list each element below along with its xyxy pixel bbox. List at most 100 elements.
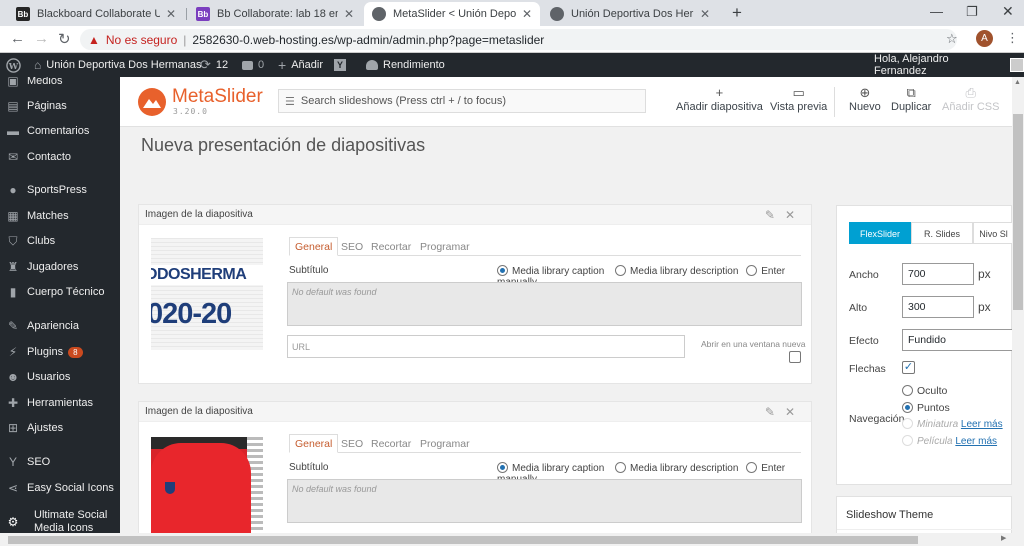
bookmark-star-icon[interactable]: ☆ [946, 31, 958, 47]
learn-more-link[interactable]: Leer más [961, 419, 1003, 430]
scroll-right-icon[interactable]: ▶ [1001, 534, 1006, 542]
close-tab-icon[interactable]: ✕ [166, 7, 176, 21]
browser-tab[interactable]: Unión Deportiva Dos Hermanas ✕ [542, 2, 718, 26]
sidebar-item-appearance[interactable]: ✎ Apariencia [0, 315, 120, 337]
wordpress-logo-icon[interactable]: W [6, 53, 21, 77]
updates-link[interactable]: ⟳ 12 [200, 53, 228, 77]
edit-icon[interactable]: ✎ [765, 208, 785, 222]
user-avatar [1010, 58, 1024, 72]
edit-icon[interactable]: ✎ [765, 405, 785, 419]
radio-media-caption[interactable]: Media library caption [497, 462, 604, 474]
tab-nivo-slider[interactable]: Nivo Sl [973, 222, 1012, 244]
tab-general[interactable]: General [289, 237, 339, 256]
performance-link[interactable]: Rendimiento [366, 53, 445, 77]
caption-textarea[interactable]: No default was found [287, 479, 802, 523]
sidebar-item-pages[interactable]: ▤ Páginas [0, 95, 120, 117]
tab-schedule[interactable]: Programar [420, 438, 470, 450]
sidebar-item-seo[interactable]: Y SEO [0, 451, 120, 473]
close-tab-icon[interactable]: ✕ [344, 7, 354, 21]
tab-seo[interactable]: SEO [341, 241, 363, 253]
sidebar-item-matches[interactable]: ▦ Matches [0, 205, 120, 227]
close-tab-icon[interactable]: ✕ [522, 7, 532, 21]
nav-option-filmstrip[interactable]: Película Leer más [902, 435, 997, 447]
sidebar-item-staff[interactable]: ▮ Cuerpo Técnico [0, 281, 120, 303]
effect-select[interactable]: Fundido [902, 329, 1012, 351]
minimize-icon[interactable]: — [930, 4, 943, 19]
radio-media-description[interactable]: Media library description [615, 462, 738, 474]
height-input[interactable]: 300 [902, 296, 974, 318]
slide-thumbnail[interactable]: ODOSHERMA 020-20 [151, 238, 263, 350]
slide-card-header: Imagen de la diapositiva ✎✕ [139, 402, 811, 422]
tab-schedule[interactable]: Programar [420, 241, 470, 253]
my-account-link[interactable]: Hola, Alejandro Fernandez [874, 53, 1024, 77]
tab-general[interactable]: General [289, 434, 339, 453]
restore-icon[interactable]: ❐ [966, 4, 978, 20]
duplicate-button[interactable]: ⧉ Duplicar [891, 85, 931, 113]
tab-crop[interactable]: Recortar [371, 438, 411, 450]
preview-button[interactable]: ▭ Vista previa [770, 85, 827, 113]
delete-icon[interactable]: ✕ [785, 405, 805, 419]
close-tab-icon[interactable]: ✕ [700, 7, 710, 21]
nav-option-hidden[interactable]: Oculto [902, 385, 947, 397]
radio-media-description[interactable]: Media library description [615, 265, 738, 277]
browser-tab[interactable]: Bb Bb Collaborate: lab 18 enero - re ✕ [188, 2, 362, 26]
sidebar-item-sportspress[interactable]: ● SportsPress [0, 179, 120, 201]
radio-media-caption[interactable]: Media library caption [497, 265, 604, 277]
subtitle-label: Subtítulo [289, 265, 329, 276]
learn-more-link[interactable]: Leer más [955, 436, 997, 447]
add-slide-button[interactable]: + Añadir diapositiva [676, 85, 763, 113]
wp-admin-sidebar: ▣ Medios ▤ Páginas ▬ Comentarios ✉ Contacto … [0, 77, 120, 546]
sidebar-item-clubs[interactable]: ⛉ Clubs [0, 230, 120, 252]
slideshow-search-input[interactable]: ☰ Search slideshows (Press ctrl + / to f… [278, 89, 646, 113]
tab-flexslider[interactable]: FlexSlider [849, 222, 911, 244]
new-content-link[interactable]: + Añadir [278, 53, 323, 77]
caption-textarea[interactable]: No default was found [287, 282, 802, 326]
new-window-checkbox[interactable] [789, 351, 801, 363]
nav-option-dots[interactable]: Puntos [902, 402, 950, 414]
horizontal-scroll-thumb[interactable] [8, 536, 918, 544]
sidebar-item-settings[interactable]: ⊞ Ajustes [0, 417, 120, 439]
url-omnibox[interactable]: ▲ No es seguro | 2582630-0.web-hosting.e… [80, 29, 957, 50]
duplicate-label: Duplicar [891, 101, 932, 113]
profile-avatar[interactable]: A [976, 30, 993, 47]
sidebar-item-comments[interactable]: ▬ Comentarios [0, 120, 120, 142]
browser-tab-active[interactable]: MetaSlider < Unión Deportiva Do ✕ [364, 2, 540, 26]
width-input[interactable]: 700 [902, 263, 974, 285]
sidebar-item-tools[interactable]: ✚ Herramientas [0, 392, 120, 414]
tab-seo[interactable]: SEO [341, 438, 363, 450]
tab-crop[interactable]: Recortar [371, 241, 411, 253]
sidebar-item-users[interactable]: ☻ Usuarios [0, 366, 120, 388]
scroll-up-icon[interactable]: ▲ [1014, 79, 1021, 86]
forward-icon[interactable]: → [34, 30, 49, 47]
sidebar-item-easy-social-icons[interactable]: ⋖ Easy Social Icons [0, 477, 120, 499]
pages-icon: ▤ [7, 99, 19, 113]
tab-responsive-slides[interactable]: R. Slides [911, 222, 973, 244]
delete-icon[interactable]: ✕ [785, 208, 805, 222]
slide-url-input[interactable]: URL [287, 335, 685, 358]
add-css-button[interactable]: ⎙ Añadir CSS [942, 85, 999, 113]
back-icon[interactable]: ← [10, 30, 25, 47]
new-tab-icon[interactable]: + [732, 3, 742, 23]
nav-option-thumbnails[interactable]: Miniatura Leer más [902, 418, 1003, 430]
new-slideshow-button[interactable]: ⊕ Nuevo [849, 85, 881, 113]
sidebar-item-plugins[interactable]: ⚡ Plugins 8 [0, 341, 120, 363]
sidebar-item-media[interactable]: ▣ Medios [0, 77, 120, 92]
site-name-link[interactable]: ⌂ Unión Deportiva Dos Hermanas [34, 53, 202, 77]
browser-tab[interactable]: Bb Blackboard Collaborate Ultra – 20 ✕ [8, 2, 184, 26]
sidebar-item-players[interactable]: ♜ Jugadores [0, 256, 120, 278]
comments-link[interactable]: 0 [242, 53, 264, 77]
security-label[interactable]: No es seguro [106, 33, 177, 47]
updates-icon: ⟳ [200, 57, 211, 72]
yoast-icon: Y [8, 455, 17, 469]
arrows-checkbox[interactable]: ✓ [902, 361, 915, 374]
site-name: Unión Deportiva Dos Hermanas [46, 59, 202, 71]
vertical-scroll-thumb[interactable] [1013, 114, 1023, 310]
wp-admin-bar: W ⌂ Unión Deportiva Dos Hermanas ⟳ 12 0 … [0, 53, 1024, 77]
reload-icon[interactable]: ↻ [58, 30, 71, 48]
yoast-link[interactable]: Y [334, 53, 346, 77]
close-window-icon[interactable]: ✕ [1002, 3, 1014, 20]
slide-thumbnail[interactable] [151, 437, 263, 537]
sidebar-item-contact[interactable]: ✉ Contacto [0, 146, 120, 168]
sidebar-item-label: Contacto [27, 151, 72, 163]
browser-menu-icon[interactable]: ⋮ [1006, 30, 1019, 46]
